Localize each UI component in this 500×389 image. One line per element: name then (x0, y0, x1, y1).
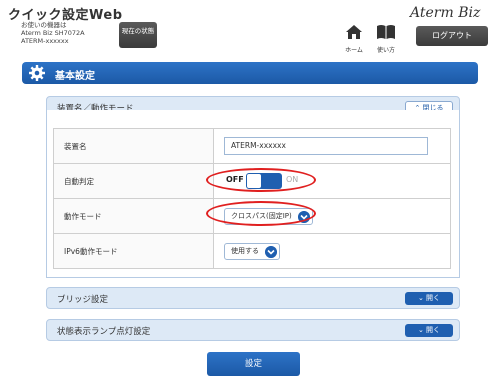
device-model: Aterm Biz SH7072A (21, 29, 85, 37)
device-name: ATERM-xxxxxx (21, 37, 69, 45)
help-label: 使い方 (376, 47, 395, 54)
select-value: 使用する (231, 246, 259, 255)
row-label: IPv6動作モード (53, 233, 214, 269)
table-row: IPv6動作モード 使用する (53, 233, 451, 269)
table-row: 装置名 ATERM-xxxxxx (53, 128, 451, 164)
panel-lamp-header[interactable]: 状態表示ランプ点灯設定 ⌄ 開く (46, 319, 460, 341)
brand-logo: Aterm Biz (410, 5, 481, 21)
book-icon (377, 25, 395, 39)
row-label: 自動判定 (53, 163, 214, 199)
chevron-down-icon (297, 210, 310, 223)
row-label: 動作モード (53, 198, 214, 234)
chevron-down-icon: ⌄ (417, 326, 424, 334)
panel-open-button[interactable]: ⌄ 開く (405, 324, 453, 337)
device-info: お使いの機器は Aterm Biz SH7072A ATERM-xxxxxx (21, 21, 85, 45)
logout-button[interactable]: ログアウト (416, 26, 488, 46)
row-value: 使用する (213, 233, 451, 269)
open-label: 開く (426, 294, 441, 302)
row-value: OFF ON (213, 163, 451, 199)
operation-mode-select[interactable]: クロスパス(固定IP) (224, 207, 313, 225)
auto-detect-toggle[interactable]: OFF ON (224, 172, 302, 190)
section-title: 基本設定 (55, 71, 95, 82)
select-value: クロスパス(固定IP) (231, 211, 292, 220)
table-row: 自動判定 OFF ON (53, 163, 451, 199)
row-value: クロスパス(固定IP) (213, 198, 451, 234)
help-link[interactable]: 使い方 (372, 24, 400, 54)
home-icon (346, 25, 362, 39)
home-label: ホーム (345, 47, 363, 54)
row-label: 装置名 (53, 128, 214, 164)
current-status-button[interactable]: 現在の状態 (119, 22, 157, 48)
section-header: 基本設定 (22, 62, 478, 84)
apply-settings-button[interactable]: 設定 (207, 352, 300, 376)
chevron-down-icon: ⌄ (417, 294, 424, 302)
toggle-knob (247, 174, 261, 188)
row-value: ATERM-xxxxxx (213, 128, 451, 164)
chevron-down-icon (265, 245, 277, 258)
device-name-input[interactable]: ATERM-xxxxxx (224, 137, 428, 155)
gear-icon (29, 65, 45, 81)
panel-open-button[interactable]: ⌄ 開く (405, 292, 453, 305)
panel-lamp-title: 状態表示ランプ点灯設定 (57, 327, 151, 337)
panel-bridge-header[interactable]: ブリッジ設定 ⌄ 開く (46, 287, 460, 309)
panel-bridge-title: ブリッジ設定 (57, 295, 109, 305)
toggle-on-label: ON (286, 175, 299, 184)
ipv6-mode-select[interactable]: 使用する (224, 242, 280, 260)
open-label: 開く (426, 326, 441, 334)
header: クイック設定Web お使いの機器は Aterm Biz SH7072A ATER… (0, 0, 500, 56)
device-info-line: お使いの機器は (21, 21, 67, 29)
toggle-off-label: OFF (226, 175, 244, 184)
table-row: 動作モード クロスパス(固定IP) (53, 198, 451, 234)
settings-table: 装置名 ATERM-xxxxxx 自動判定 OFF ON 動作モード クロスパス… (53, 128, 451, 269)
home-link[interactable]: ホーム (342, 24, 366, 54)
